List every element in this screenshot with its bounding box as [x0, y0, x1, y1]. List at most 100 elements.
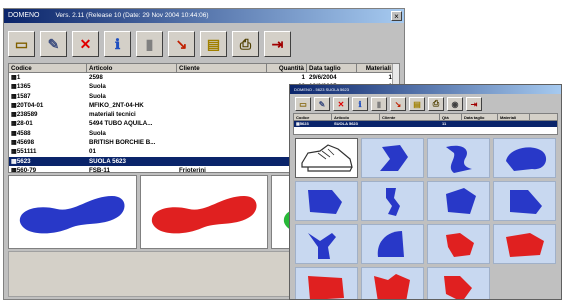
delete-icon: ✕	[79, 35, 92, 52]
table-cell: Suola	[89, 83, 106, 91]
table-header: Codice Articolo Cliente Quantità Data taglio…	[9, 64, 399, 73]
table-cell: ▦20T04-01	[11, 101, 44, 109]
table-cell: Frioterini	[179, 166, 206, 173]
table-row[interactable]: ▦1 2598 1 29/6/2004 1	[9, 73, 399, 82]
print-icon: ⎙	[432, 99, 440, 108]
sole-preview-blue[interactable]	[8, 175, 137, 249]
delete-button[interactable]: ✕	[72, 31, 99, 57]
table-cell	[177, 73, 267, 82]
piece-cell[interactable]	[295, 267, 358, 299]
pieces-table: Codice Articolo Cliente Qtà Data taglio Mater…	[293, 113, 558, 135]
edit-pen-icon: ✎	[318, 99, 326, 109]
piece-cell[interactable]	[361, 181, 424, 221]
export-arrow-button[interactable]: ↘	[168, 31, 195, 57]
table-cell: BRITISH BORCHIE B...	[89, 139, 156, 147]
piece-cell[interactable]	[493, 181, 556, 221]
table-cell: ▦5623	[11, 157, 31, 165]
column-header[interactable]: Cliente	[380, 114, 440, 120]
pieces-table-body: ▦5623 SUOLA 5623 11	[294, 121, 557, 127]
column-header[interactable]: Data taglio	[462, 114, 498, 120]
window-title: DOMENO	[8, 12, 40, 19]
pieces-table-row[interactable]: ▦5623 SUOLA 5623 11	[294, 121, 557, 127]
piece-cell[interactable]	[361, 267, 424, 299]
column-header[interactable]: Articolo	[332, 114, 380, 120]
new-document-button[interactable]: ▭	[295, 97, 311, 111]
column-header[interactable]: Cliente	[177, 64, 267, 72]
pieces-window: DOMENO - 5623 SUOLA 5623 ▭ ✎ ✕ ℹ ▮ ↘ ▤ ⎙ ◉ ⇥ Codi…	[289, 84, 562, 300]
column-header[interactable]: Codice	[9, 64, 87, 72]
table-cell: ▦551111	[11, 148, 37, 156]
table-cell: ▦1587	[11, 92, 31, 100]
exit-button[interactable]: ⇥	[466, 97, 482, 111]
settings-button[interactable]: ◉	[447, 97, 463, 111]
trash-button[interactable]: ▮	[371, 97, 387, 111]
info-button[interactable]: ℹ	[352, 97, 368, 111]
table-cell: 5494 TUBO AQUILA...	[89, 120, 153, 128]
table-cell	[177, 92, 267, 101]
edit-pen-button[interactable]: ✎	[314, 97, 330, 111]
column-header[interactable]: Data taglio	[307, 64, 357, 72]
table-cell: ▦28-01	[11, 120, 33, 128]
table-cell	[177, 82, 267, 91]
close-button[interactable]: ×	[391, 11, 402, 21]
main-toolbar: ▭ ✎ ✕ ℹ ▮ ↘ ▤ ⎙ ⇥	[8, 31, 291, 57]
trash-button[interactable]: ▮	[136, 31, 163, 57]
column-header[interactable]: Materiali	[357, 64, 395, 72]
piece-cell[interactable]	[361, 138, 424, 178]
piece-cell[interactable]	[493, 224, 556, 264]
table-cell: ▦238589	[11, 111, 38, 119]
pieces-titlebar: DOMENO - 5623 SUOLA 5623	[290, 85, 561, 94]
piece-cell[interactable]	[427, 224, 490, 264]
exit-button[interactable]: ⇥	[264, 31, 291, 57]
new-document-button[interactable]: ▭	[8, 31, 35, 57]
version-label: Vers. 2.11 (Release 10 (Date: 29 Nov 200…	[55, 12, 209, 19]
table-cell: ▦4588	[11, 129, 31, 137]
piece-cell[interactable]	[427, 138, 490, 178]
piece-cell-shoe[interactable]	[295, 138, 358, 178]
column-header[interactable]: Articolo	[87, 64, 177, 72]
table-cell: ▦5623	[296, 121, 309, 126]
pieces-window-title: DOMENO - 5623 SUOLA 5623	[294, 87, 349, 92]
piece-cell[interactable]	[427, 181, 490, 221]
notes-icon: ▤	[413, 99, 421, 109]
trash-icon: ▮	[145, 35, 154, 52]
info-icon: ℹ	[114, 35, 121, 52]
notes-icon: ▤	[206, 35, 221, 52]
info-button[interactable]: ℹ	[104, 31, 131, 57]
column-header[interactable]: Codice	[294, 114, 332, 120]
print-button[interactable]: ⎙	[232, 31, 259, 57]
table-cell: ▦560-79	[11, 166, 37, 173]
piece-cell[interactable]	[427, 267, 490, 299]
edit-pen-button[interactable]: ✎	[40, 31, 67, 57]
main-titlebar: DOMENO Vers. 2.11 (Release 10 (Date: 29 …	[4, 9, 404, 23]
table-cell	[177, 110, 267, 119]
table-cell	[177, 138, 267, 147]
notes-button[interactable]: ▤	[409, 97, 425, 111]
print-button[interactable]: ⎙	[428, 97, 444, 111]
sole-shape	[151, 196, 257, 234]
shoe-outline-icon	[300, 144, 353, 172]
table-cell: 1	[388, 74, 392, 81]
print-icon: ⎙	[239, 35, 252, 52]
piece-cell[interactable]	[493, 138, 556, 178]
table-cell: 1	[301, 74, 305, 81]
column-header[interactable]: Qtà	[440, 114, 462, 120]
delete-button[interactable]: ✕	[333, 97, 349, 111]
sole-preview-red[interactable]	[139, 175, 269, 249]
edit-pen-icon: ✎	[47, 35, 60, 52]
notes-button[interactable]: ▤	[200, 31, 227, 57]
table-cell	[498, 121, 530, 127]
column-header[interactable]: Quantità	[267, 64, 307, 72]
menu-bar	[4, 23, 404, 31]
export-arrow-icon: ↘	[394, 99, 402, 109]
new-document-icon: ▭	[14, 35, 29, 52]
table-cell: 01	[89, 148, 96, 156]
column-header[interactable]: Materiali	[498, 114, 530, 120]
piece-cell[interactable]	[295, 224, 358, 264]
piece-cell[interactable]	[295, 181, 358, 221]
new-document-icon: ▭	[299, 99, 307, 109]
table-cell: SUOLA 5623	[89, 157, 126, 165]
piece-cell[interactable]	[361, 224, 424, 264]
export-arrow-button[interactable]: ↘	[390, 97, 406, 111]
table-cell	[177, 129, 267, 138]
